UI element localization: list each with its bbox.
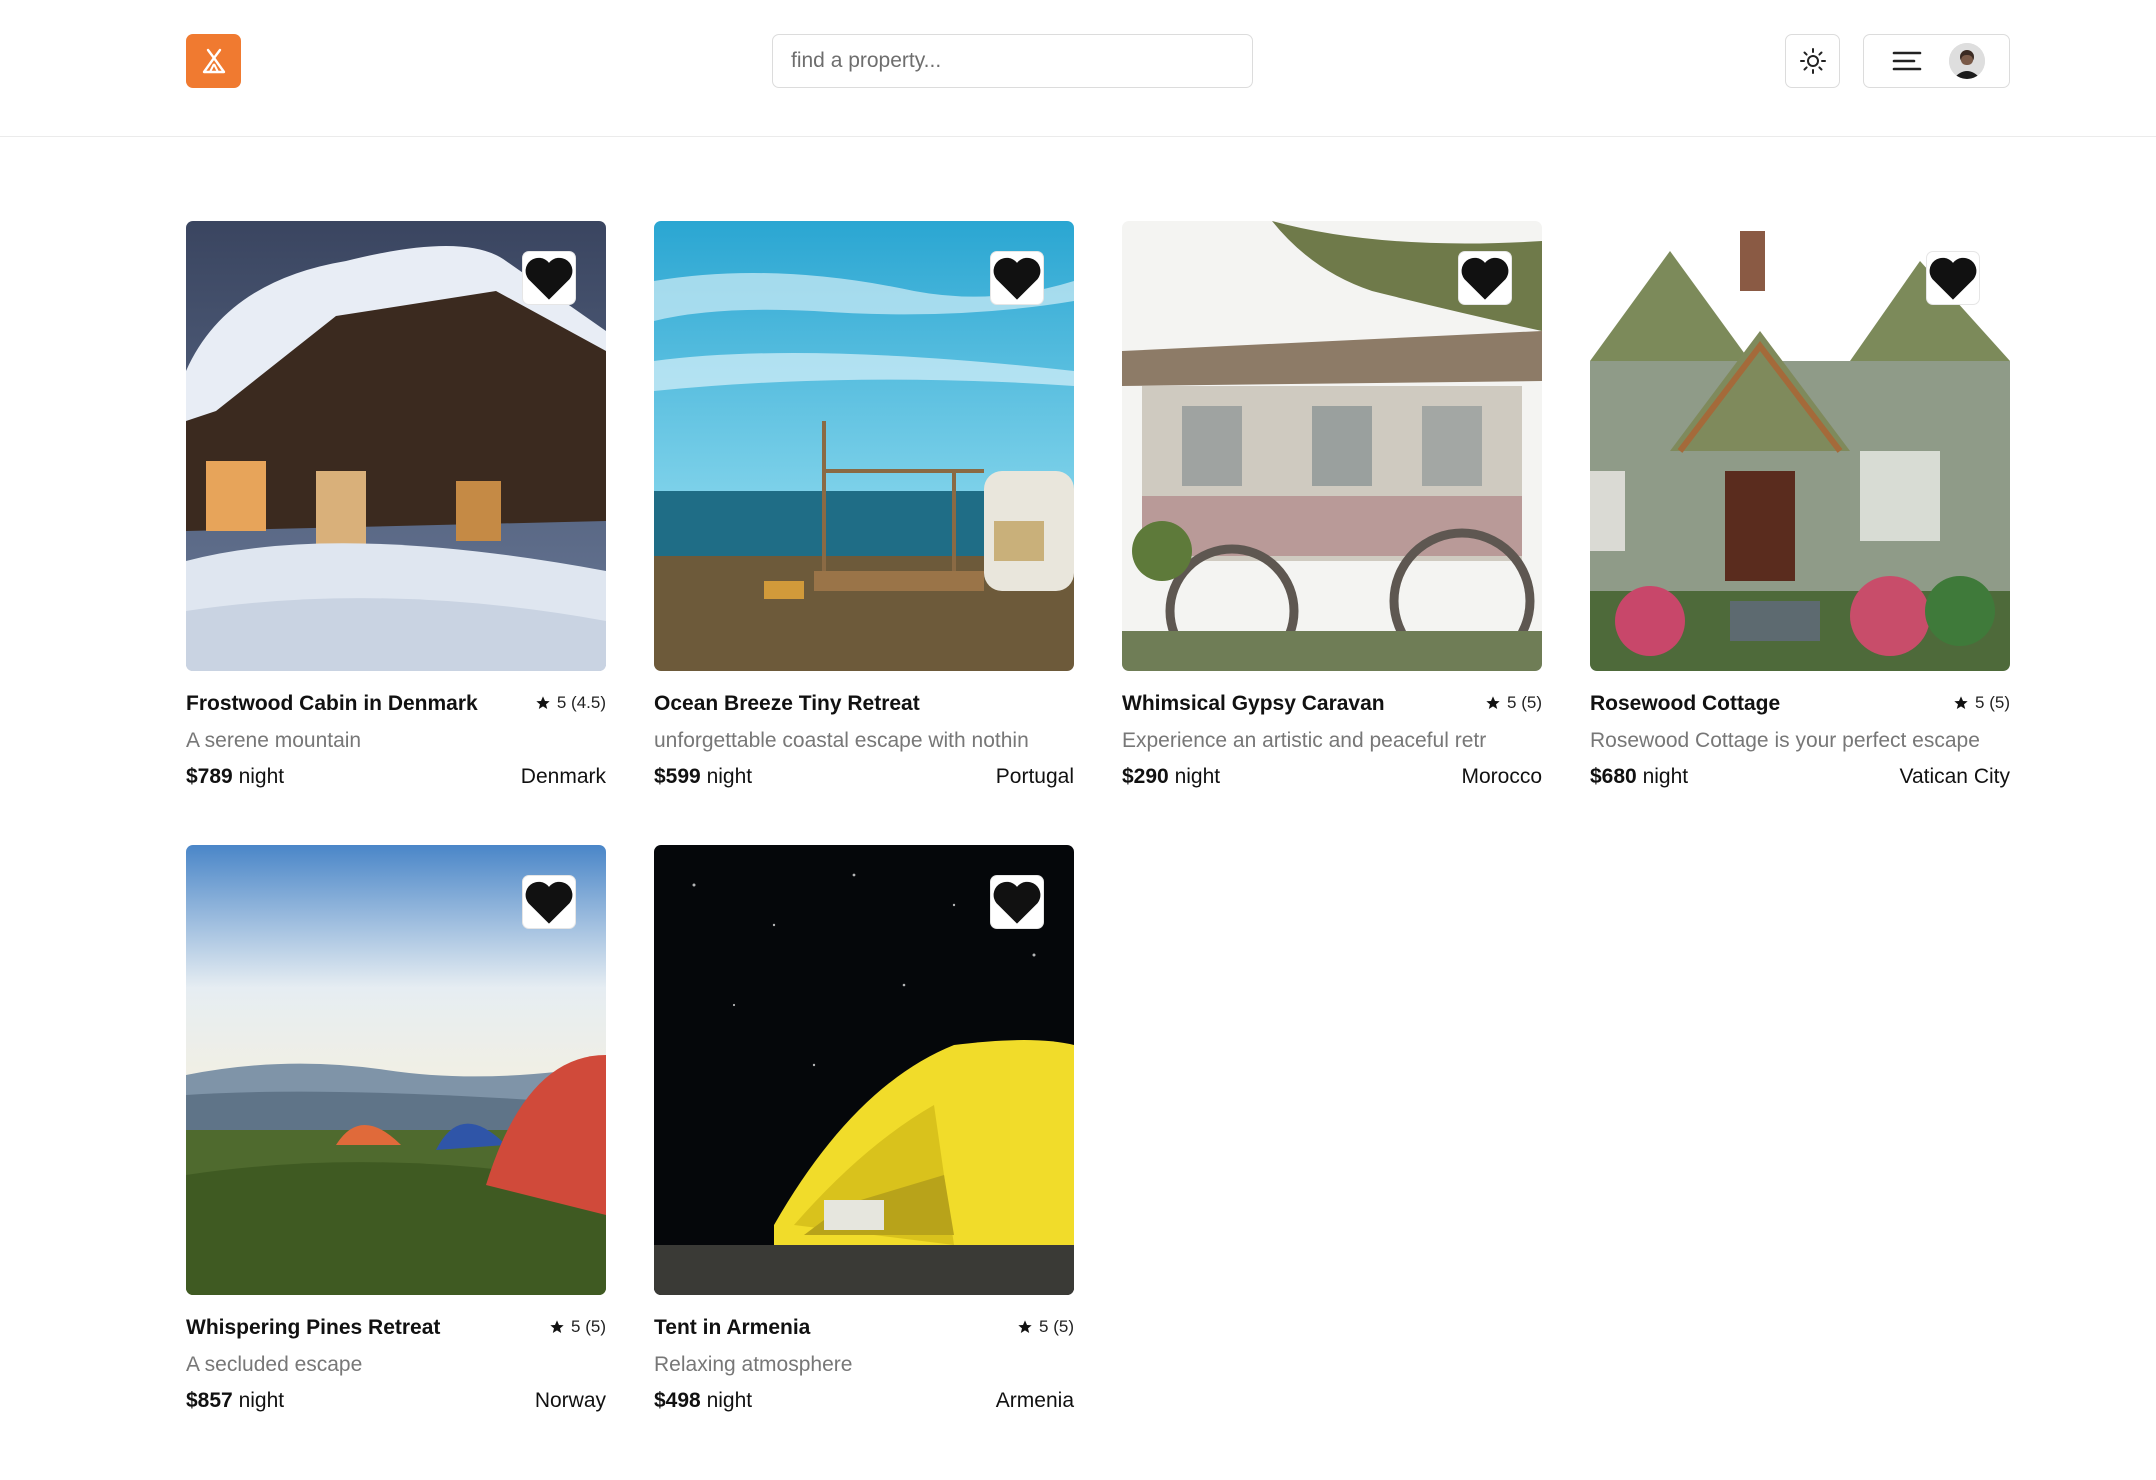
- listing-rating: 5 (5): [1017, 1316, 1074, 1338]
- listing-country: Morocco: [1461, 765, 1542, 788]
- star-icon: [1018, 1320, 1032, 1333]
- property-photo[interactable]: [186, 221, 606, 671]
- listing-price: $680 night: [1590, 764, 1688, 790]
- price-amount: $789: [186, 765, 233, 788]
- property-photo[interactable]: [654, 845, 1074, 1295]
- listing-price: $290 night: [1122, 764, 1220, 790]
- heart-icon: [525, 257, 573, 300]
- listing-card[interactable]: Rosewood Cottage 5 (5) Rosewood Cottage …: [1590, 221, 2010, 788]
- rating-value: 5 (5): [1039, 1317, 1074, 1336]
- listing-card[interactable]: Whispering Pines Retreat 5 (5) A seclude…: [186, 845, 606, 1412]
- property-photo[interactable]: [186, 845, 606, 1295]
- price-unit: night: [1174, 765, 1221, 788]
- favorite-button[interactable]: [1458, 251, 1512, 305]
- listing-title[interactable]: Whimsical Gypsy Caravan: [1122, 691, 1385, 717]
- price-unit: night: [1642, 765, 1689, 788]
- favorite-button[interactable]: [522, 251, 576, 305]
- favorite-button[interactable]: [990, 251, 1044, 305]
- listing-country: Norway: [534, 1389, 606, 1412]
- price-unit: night: [706, 765, 753, 788]
- listing-description: A secluded escape: [186, 1353, 363, 1376]
- price-amount: $599: [654, 765, 701, 788]
- listing-rating: 5 (5): [1485, 692, 1542, 714]
- star-icon: [536, 696, 550, 709]
- listing-title[interactable]: Rosewood Cottage: [1590, 691, 1780, 717]
- price-amount: $680: [1590, 765, 1637, 788]
- property-photo[interactable]: [654, 221, 1074, 671]
- price-unit: night: [238, 1389, 285, 1412]
- price-amount: $498: [654, 1389, 701, 1412]
- rating-value: 5 (5): [1975, 693, 2010, 712]
- property-photo[interactable]: [1122, 221, 1542, 671]
- listing-title[interactable]: Ocean Breeze Tiny Retreat: [654, 691, 920, 717]
- price-amount: $857: [186, 1389, 233, 1412]
- heart-icon: [1461, 257, 1509, 300]
- listing-description: Relaxing atmosphere: [654, 1353, 853, 1376]
- listing-title[interactable]: Whispering Pines Retreat: [186, 1315, 440, 1341]
- listing-description: Rosewood Cottage is your perfect escape: [1590, 729, 1980, 752]
- listing-card[interactable]: Whimsical Gypsy Caravan 5 (5) Experience…: [1122, 221, 1542, 788]
- listing-title[interactable]: Tent in Armenia: [654, 1315, 810, 1341]
- rating-value: 5 (5): [571, 1317, 606, 1336]
- listing-price: $857 night: [186, 1388, 284, 1414]
- top-navbar: [0, 0, 2156, 137]
- favorite-button[interactable]: [990, 875, 1044, 929]
- listing-price: $498 night: [654, 1388, 752, 1414]
- property-photo[interactable]: [1590, 221, 2010, 671]
- listing-title[interactable]: Frostwood Cabin in Denmark: [186, 691, 478, 717]
- rating-value: 5 (5): [1507, 693, 1542, 712]
- listing-price: $599 night: [654, 764, 752, 790]
- price-unit: night: [238, 765, 285, 788]
- heart-icon: [525, 881, 573, 924]
- menu-lines-icon: [1892, 51, 1922, 71]
- search-input[interactable]: [772, 34, 1253, 88]
- listing-card[interactable]: Frostwood Cabin in Denmark 5 (4.5) A ser…: [186, 221, 606, 788]
- star-icon: [1486, 696, 1500, 709]
- price-unit: night: [706, 1389, 753, 1412]
- heart-icon: [1929, 257, 1977, 300]
- avatar: [1949, 43, 1985, 79]
- theme-toggle-button[interactable]: [1785, 34, 1840, 88]
- listing-description: Experience an artistic and peaceful retr: [1122, 729, 1487, 752]
- heart-icon: [993, 257, 1041, 300]
- sun-icon: [1799, 48, 1826, 74]
- listing-rating: 5 (4.5): [535, 692, 606, 714]
- tent-icon: [202, 48, 225, 74]
- listing-price: $789 night: [186, 764, 284, 790]
- star-icon: [550, 1320, 564, 1333]
- listing-country: Portugal: [995, 765, 1074, 788]
- listing-country: Vatican City: [1899, 765, 2011, 788]
- listing-description: unforgettable coastal escape with nothin: [654, 729, 1029, 752]
- listing-rating: 5 (5): [1953, 692, 2010, 714]
- listing-description: A serene mountain: [186, 729, 362, 752]
- rating-value: 5 (4.5): [556, 693, 606, 712]
- star-icon: [1954, 696, 1968, 709]
- listings-grid: Frostwood Cabin in Denmark 5 (4.5) A ser…: [186, 221, 2010, 1412]
- listing-card[interactable]: Tent in Armenia 5 (5) Relaxing atmospher…: [654, 845, 1074, 1412]
- favorite-button[interactable]: [1926, 251, 1980, 305]
- listing-card[interactable]: Ocean Breeze Tiny Retreat unforgettable …: [654, 221, 1074, 788]
- favorite-button[interactable]: [522, 875, 576, 929]
- listing-country: Denmark: [520, 765, 606, 788]
- home-logo-button[interactable]: [186, 34, 241, 88]
- listing-rating: 5 (5): [549, 1316, 606, 1338]
- listing-country: Armenia: [995, 1389, 1074, 1412]
- heart-icon: [993, 881, 1041, 924]
- price-amount: $290: [1122, 765, 1169, 788]
- user-menu-button[interactable]: [1863, 34, 2010, 88]
